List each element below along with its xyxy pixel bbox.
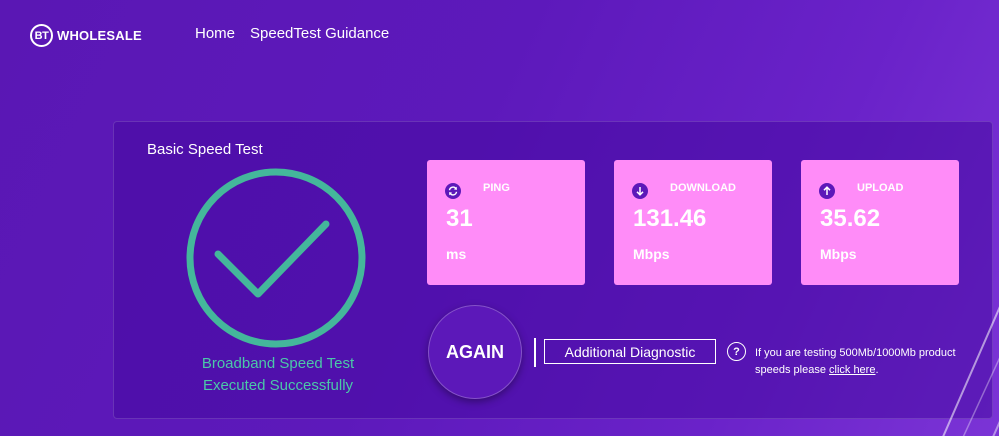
help-question-icon[interactable]: ?: [727, 342, 746, 361]
success-line-1: Broadband Speed Test: [201, 355, 355, 372]
help-text-suffix: .: [875, 364, 879, 376]
panel-title: Basic Speed Test: [147, 141, 263, 158]
again-button[interactable]: AGAIN: [428, 305, 522, 399]
success-checkmark-icon: [186, 168, 366, 348]
success-message: Broadband Speed Test Executed Successful…: [180, 353, 376, 397]
nav-speedtest-guidance-link[interactable]: SpeedTest Guidance: [250, 25, 389, 42]
additional-diagnostic-button[interactable]: Additional Diagnostic: [544, 339, 716, 364]
logo-text: WHOLESALE: [57, 28, 142, 43]
success-line-2: Executed Successfully: [202, 377, 354, 394]
ping-label: PING: [483, 182, 510, 194]
upload-arrow-icon: [819, 183, 835, 199]
help-text: If you are testing 500Mb/1000Mb product …: [755, 345, 975, 379]
download-arrow-icon: [632, 183, 648, 199]
click-here-link[interactable]: click here: [829, 364, 875, 376]
upload-value: 35.62: [820, 205, 881, 232]
download-unit: Mbps: [633, 246, 670, 262]
ping-card: PING 31 ms: [427, 160, 585, 285]
download-card: DOWNLOAD 131.46 Mbps: [614, 160, 772, 285]
upload-unit: Mbps: [820, 246, 857, 262]
main-nav: Home SpeedTest Guidance: [195, 25, 389, 42]
ping-unit: ms: [446, 246, 467, 262]
download-label: DOWNLOAD: [670, 182, 736, 194]
action-divider: [534, 338, 536, 367]
bt-logo-mark: BT: [30, 24, 53, 47]
nav-home-link[interactable]: Home: [195, 25, 235, 42]
ping-refresh-icon: [445, 183, 461, 199]
ping-value: 31: [446, 205, 473, 232]
bt-wholesale-logo[interactable]: BT WHOLESALE: [30, 24, 142, 47]
download-value: 131.46: [633, 205, 707, 232]
upload-label: UPLOAD: [857, 182, 904, 194]
upload-card: UPLOAD 35.62 Mbps: [801, 160, 959, 285]
